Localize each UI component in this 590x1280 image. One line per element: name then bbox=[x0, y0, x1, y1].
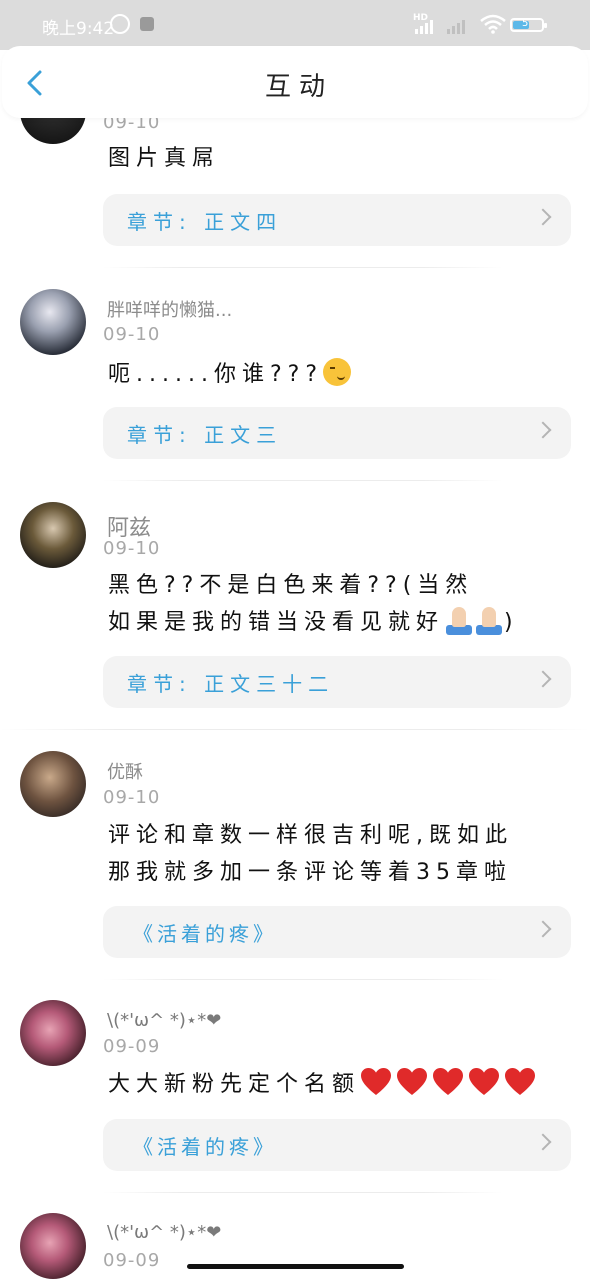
comment-content-text: ) bbox=[504, 610, 519, 635]
interaction-screen: 晚上9:42 HD 5 互动 09-10 图片真屌 章节: 正文四 胖咩咩的懒猫… bbox=[0, 0, 590, 1280]
comment-date: 09-10 bbox=[103, 787, 161, 808]
comment-content-line: 如果是我的错当没看见就好) bbox=[108, 604, 578, 641]
chapter-link[interactable]: 章节: 正文三十二 bbox=[103, 656, 571, 708]
battery-level: 5 bbox=[522, 18, 529, 29]
chapter-link-label: 章节: 正文四 bbox=[127, 210, 283, 234]
chevron-right-icon bbox=[534, 920, 552, 938]
red-heart-icon bbox=[433, 1068, 464, 1095]
chapter-link[interactable]: 章节: 正文四 bbox=[103, 194, 571, 246]
comment-date: 09-10 bbox=[103, 538, 161, 559]
app-notification-icon bbox=[140, 17, 154, 31]
folded-hands-emoji-icon bbox=[474, 607, 504, 635]
comment-content: 大大新粉先定个名额 bbox=[108, 1066, 578, 1103]
red-heart-icon bbox=[397, 1068, 428, 1095]
book-link[interactable]: 《活着的疼》 bbox=[103, 906, 571, 958]
comment-username[interactable]: 胖咩咩的懒猫... bbox=[107, 296, 232, 322]
alarm-icon bbox=[110, 14, 130, 34]
book-link-label: 《活着的疼》 bbox=[133, 1135, 277, 1159]
divider bbox=[103, 480, 503, 481]
chapter-link[interactable]: 章节: 正文三 bbox=[103, 407, 571, 459]
chevron-right-icon bbox=[534, 1133, 552, 1151]
signal-icon bbox=[415, 20, 439, 34]
comment-content-line: 那我就多加一条评论等着35章啦 bbox=[108, 860, 512, 885]
divider bbox=[0, 729, 590, 730]
divider bbox=[103, 267, 503, 268]
book-link-label: 《活着的疼》 bbox=[133, 922, 277, 946]
chevron-right-icon bbox=[534, 208, 552, 226]
home-indicator[interactable] bbox=[187, 1264, 404, 1269]
comment-content-text: 大大新粉先定个名额 bbox=[108, 1072, 361, 1097]
status-time: 晚上9:42 bbox=[42, 19, 115, 39]
red-heart-icon bbox=[505, 1068, 536, 1095]
comment-username[interactable]: \(*'ω^ *)⋆*❤ bbox=[107, 1222, 221, 1243]
red-heart-emoji-group bbox=[360, 1068, 540, 1097]
comment-content: 呃......你谁??? bbox=[108, 356, 558, 393]
comment-content-line: 评论和章数一样很吉利呢,既如此 bbox=[108, 823, 513, 848]
comment-content: 黑色??不是白色来着??(当然 如果是我的错当没看见就好) bbox=[108, 567, 578, 641]
book-link[interactable]: 《活着的疼》 bbox=[103, 1119, 571, 1171]
comment-content: 评论和章数一样很吉利呢,既如此 那我就多加一条评论等着35章啦 bbox=[108, 817, 578, 891]
comment-content-text: 呃......你谁??? bbox=[108, 362, 323, 387]
divider bbox=[103, 1192, 503, 1193]
avatar[interactable] bbox=[20, 502, 86, 568]
wifi-icon bbox=[480, 14, 506, 34]
avatar[interactable] bbox=[20, 1000, 86, 1066]
comment-content: 图片真屌 bbox=[108, 146, 221, 171]
smirk-emoji-icon bbox=[323, 358, 351, 386]
divider bbox=[103, 979, 503, 980]
comment-date: 09-09 bbox=[103, 1250, 161, 1271]
comment-username[interactable]: \(*'ω^ *)⋆*❤ bbox=[107, 1010, 221, 1031]
avatar[interactable] bbox=[20, 289, 86, 355]
page-title: 互动 bbox=[264, 72, 333, 102]
comment-date: 09-10 bbox=[103, 324, 161, 345]
avatar[interactable] bbox=[20, 751, 86, 817]
comment-content-line: 黑色??不是白色来着??(当然 bbox=[108, 573, 474, 598]
red-heart-icon bbox=[469, 1068, 500, 1095]
chapter-link-label: 章节: 正文三十二 bbox=[127, 672, 335, 696]
chevron-right-icon bbox=[534, 670, 552, 688]
chapter-link-label: 章节: 正文三 bbox=[127, 423, 283, 447]
red-heart-icon bbox=[361, 1068, 392, 1095]
signal-2-icon bbox=[447, 20, 471, 34]
comment-content-text: 如果是我的错当没看见就好 bbox=[108, 610, 445, 635]
battery-icon: 5 bbox=[510, 18, 547, 32]
avatar[interactable] bbox=[20, 1213, 86, 1279]
chevron-right-icon bbox=[534, 421, 552, 439]
comment-username[interactable]: 优酥 bbox=[107, 758, 143, 784]
folded-hands-emoji-icon bbox=[444, 607, 474, 635]
status-bar: 晚上9:42 HD 5 bbox=[0, 0, 590, 50]
comment-date: 09-09 bbox=[103, 1036, 161, 1057]
top-nav-bar: 互动 bbox=[2, 46, 588, 118]
